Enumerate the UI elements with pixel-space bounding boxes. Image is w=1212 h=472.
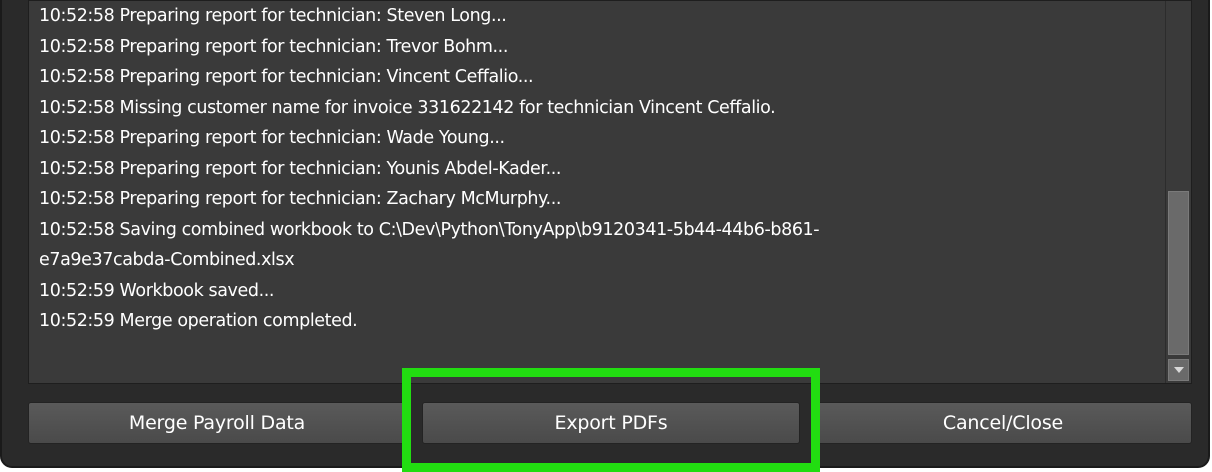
log-line: 10:52:58 Preparing report for technician… [39,128,505,148]
log-line: 10:52:59 Workbook saved... [39,280,275,301]
log-lines: 10:52:58 Preparing report for technician… [39,1,1165,381]
log-line: 10:52:59 Merge operation completed. [39,311,358,331]
scroll-down-button[interactable] [1168,359,1189,381]
log-line: 10:52:58 Preparing report for technician… [39,158,562,179]
log-line: 10:52:58 Preparing report for technician… [39,67,534,87]
log-line: 10:52:58 Saving combined workbook to C:\… [39,219,820,240]
log-output-panel[interactable]: 10:52:58 Preparing report for technician… [28,0,1192,384]
cancel-close-button[interactable]: Cancel/Close [814,402,1192,444]
scrollbar-thumb[interactable] [1168,191,1189,355]
vertical-scrollbar[interactable] [1165,1,1191,383]
log-line: 10:52:58 Missing customer name for invoi… [39,97,776,118]
log-line: 10:52:58 Preparing report for technician… [39,6,507,26]
log-line: 10:52:58 Preparing report for technician… [39,36,508,57]
export-pdfs-button[interactable]: Export PDFs [422,402,800,444]
log-line: e7a9e37cabda-Combined.xlsx [39,250,295,270]
merge-payroll-data-button[interactable]: Merge Payroll Data [28,402,406,444]
chevron-down-icon [1173,367,1184,373]
log-line: 10:52:58 Preparing report for technician… [39,189,562,209]
